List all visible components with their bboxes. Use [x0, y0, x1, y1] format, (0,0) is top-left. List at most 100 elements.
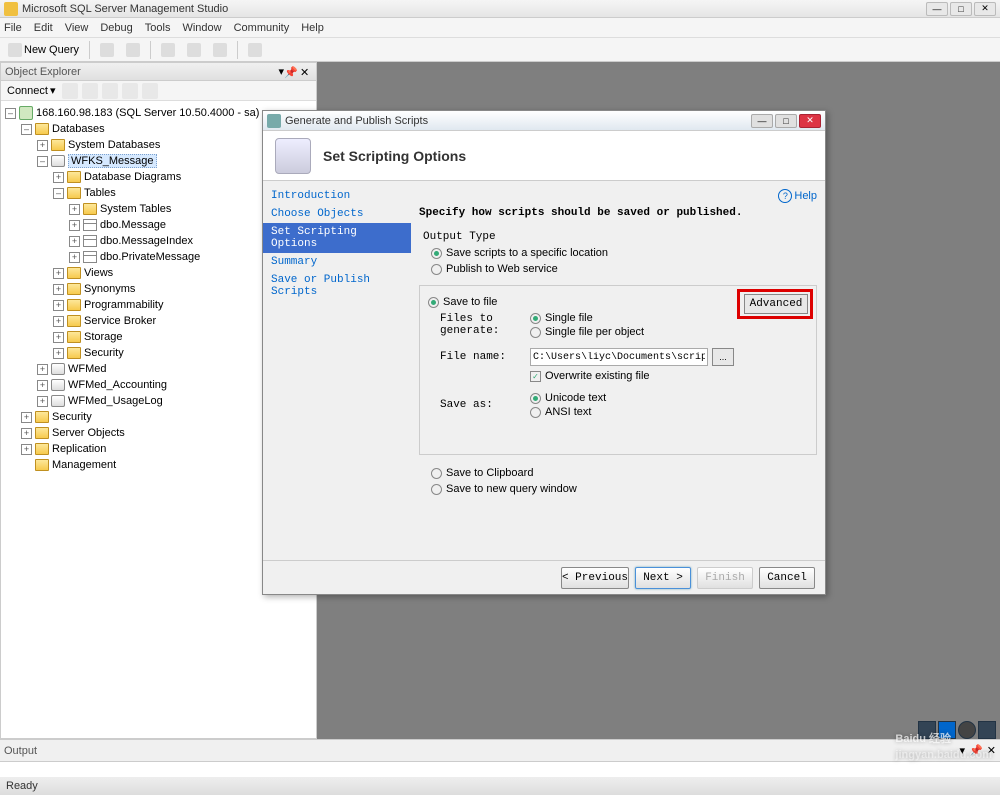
- nav-save-publish[interactable]: Save or Publish Scripts: [263, 271, 411, 301]
- output-title: Output: [4, 745, 960, 757]
- toolbar-activity[interactable]: [244, 40, 266, 60]
- toolbar-btn-1[interactable]: [96, 40, 118, 60]
- dialog-heading: Set Scripting Options: [323, 148, 466, 164]
- dialog-maximize[interactable]: □: [775, 114, 797, 128]
- toolbar-separator: [89, 41, 90, 59]
- help-icon: ?: [778, 189, 792, 203]
- radio-save-location[interactable]: Save scripts to a specific location: [419, 245, 817, 261]
- menu-debug[interactable]: Debug: [100, 22, 132, 34]
- menu-file[interactable]: File: [4, 22, 22, 34]
- previous-button[interactable]: < Previous: [561, 567, 629, 589]
- oe-tool-5[interactable]: [142, 83, 158, 99]
- next-button[interactable]: Next >: [635, 567, 691, 589]
- pin-icon[interactable]: 📌: [284, 66, 296, 78]
- generate-scripts-dialog: Generate and Publish Scripts — □ ✕ Set S…: [262, 110, 826, 595]
- folder-icon: [67, 315, 81, 327]
- tray-icon[interactable]: [918, 721, 936, 739]
- table-icon: [83, 251, 97, 263]
- database-icon: [51, 379, 65, 391]
- menu-community[interactable]: Community: [234, 22, 290, 34]
- dialog-footer: < Previous Next > Finish Cancel: [263, 560, 825, 594]
- oe-tool-2[interactable]: [82, 83, 98, 99]
- toolbar-separator: [237, 41, 238, 59]
- cancel-button[interactable]: Cancel: [759, 567, 815, 589]
- close-icon[interactable]: ✕: [300, 66, 312, 78]
- status-bar: Ready: [0, 777, 1000, 795]
- folder-icon: [67, 187, 81, 199]
- nav-introduction[interactable]: Introduction: [263, 187, 411, 205]
- toolbar-open[interactable]: [157, 40, 179, 60]
- nav-set-scripting-options[interactable]: Set Scripting Options: [263, 223, 411, 253]
- checkbox-overwrite[interactable]: ✓Overwrite existing file: [530, 370, 808, 382]
- oe-tool-3[interactable]: [102, 83, 118, 99]
- dialog-close[interactable]: ✕: [799, 114, 821, 128]
- connect-dropdown[interactable]: Connect▾: [5, 84, 58, 97]
- radio-ansi[interactable]: ANSI text: [530, 406, 808, 418]
- taskbar-tray: [918, 721, 996, 739]
- menu-edit[interactable]: Edit: [34, 22, 53, 34]
- radio-save-new-query[interactable]: Save to new query window: [419, 481, 817, 497]
- app-title-bar: Microsoft SQL Server Management Studio —…: [0, 0, 1000, 18]
- object-explorer-toolbar: Connect▾: [1, 81, 316, 101]
- browse-button[interactable]: ...: [712, 348, 734, 366]
- radio-icon: [431, 248, 442, 259]
- save-as-label: Save as:: [428, 399, 522, 411]
- files-to-generate-label: Files to generate:: [428, 313, 522, 337]
- toolbar-save[interactable]: [183, 40, 205, 60]
- tray-icon[interactable]: [978, 721, 996, 739]
- filename-input[interactable]: [530, 348, 708, 366]
- close-icon[interactable]: ✕: [987, 744, 996, 757]
- advanced-button[interactable]: Advanced: [744, 294, 808, 314]
- folder-open-icon: [161, 43, 175, 57]
- dialog-icon: [267, 114, 281, 128]
- database-icon: [51, 155, 65, 167]
- radio-publish-web[interactable]: Publish to Web service: [419, 261, 817, 277]
- folder-icon: [35, 123, 49, 135]
- output-type-label: Output Type: [423, 231, 817, 243]
- pin-icon[interactable]: 📌: [969, 744, 983, 757]
- wizard-icon: [275, 138, 311, 174]
- tray-icon[interactable]: [938, 721, 956, 739]
- new-query-label: New Query: [24, 44, 79, 56]
- radio-unicode[interactable]: Unicode text: [530, 392, 808, 404]
- oe-tool-4[interactable]: [122, 83, 138, 99]
- folder-icon: [35, 427, 49, 439]
- dialog-title-bar[interactable]: Generate and Publish Scripts — □ ✕: [263, 111, 825, 131]
- folder-icon: [51, 139, 65, 151]
- oe-tool-1[interactable]: [62, 83, 78, 99]
- toolbar-saveall[interactable]: [209, 40, 231, 60]
- nav-summary[interactable]: Summary: [263, 253, 411, 271]
- menu-tools[interactable]: Tools: [145, 22, 171, 34]
- dropdown-icon[interactable]: ▾: [960, 744, 966, 757]
- dialog-title: Generate and Publish Scripts: [285, 115, 751, 127]
- toolbar-btn-2[interactable]: [122, 40, 144, 60]
- window-maximize[interactable]: □: [950, 2, 972, 16]
- radio-icon: [530, 327, 541, 338]
- section-title: Specify how scripts should be saved or p…: [419, 207, 817, 219]
- folder-icon: [67, 171, 81, 183]
- tray-icon[interactable]: [958, 721, 976, 739]
- window-close[interactable]: ✕: [974, 2, 996, 16]
- doc-icon: [100, 43, 114, 57]
- folder-icon: [35, 459, 49, 471]
- menu-view[interactable]: View: [65, 22, 89, 34]
- folder-icon: [67, 267, 81, 279]
- finish-button: Finish: [697, 567, 753, 589]
- dialog-header: Set Scripting Options: [263, 131, 825, 181]
- help-link[interactable]: ?Help: [419, 189, 817, 203]
- toolbar-separator: [150, 41, 151, 59]
- menu-window[interactable]: Window: [182, 22, 221, 34]
- radio-icon: [428, 297, 439, 308]
- window-minimize[interactable]: —: [926, 2, 948, 16]
- table-icon: [83, 219, 97, 231]
- new-query-button[interactable]: New Query: [4, 40, 83, 60]
- menu-bar: File Edit View Debug Tools Window Commun…: [0, 18, 1000, 38]
- table-icon: [83, 235, 97, 247]
- dialog-minimize[interactable]: —: [751, 114, 773, 128]
- menu-help[interactable]: Help: [301, 22, 324, 34]
- nav-choose-objects[interactable]: Choose Objects: [263, 205, 411, 223]
- radio-save-clipboard[interactable]: Save to Clipboard: [419, 465, 817, 481]
- radio-single-file-per-object[interactable]: Single file per object: [530, 326, 808, 338]
- app-icon: [4, 2, 18, 16]
- folder-icon: [67, 283, 81, 295]
